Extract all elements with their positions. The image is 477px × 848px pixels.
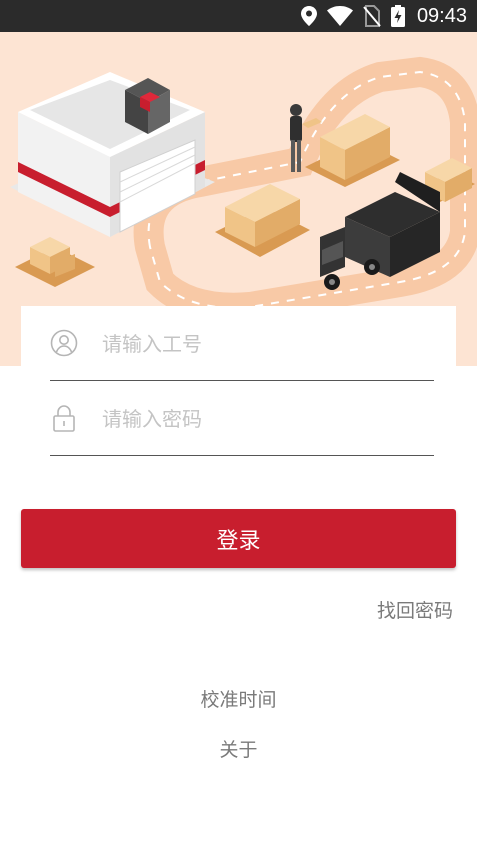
username-input[interactable] [102, 324, 422, 364]
lock-icon [53, 405, 75, 432]
about-link[interactable]: 关于 [0, 735, 477, 762]
username-field [50, 306, 434, 381]
status-icons: 09:43 [300, 0, 467, 32]
box-stack-middle [215, 184, 310, 257]
wifi-icon [326, 6, 353, 26]
battery-charging-icon [390, 5, 405, 27]
user-icon [50, 329, 78, 357]
status-time: 09:43 [416, 4, 467, 27]
forgot-password-link[interactable]: 找回密码 [377, 596, 453, 623]
status-bar: 09:43 [0, 0, 477, 32]
password-field [50, 381, 434, 456]
login-button[interactable]: 登录 [21, 509, 456, 568]
password-input[interactable] [102, 399, 422, 439]
login-form [21, 306, 456, 470]
location-icon [300, 6, 317, 26]
no-sim-icon [363, 5, 381, 27]
calibrate-time-link[interactable]: 校准时间 [0, 685, 477, 712]
warehouse-building [10, 72, 215, 237]
box-stack-left [15, 237, 95, 287]
